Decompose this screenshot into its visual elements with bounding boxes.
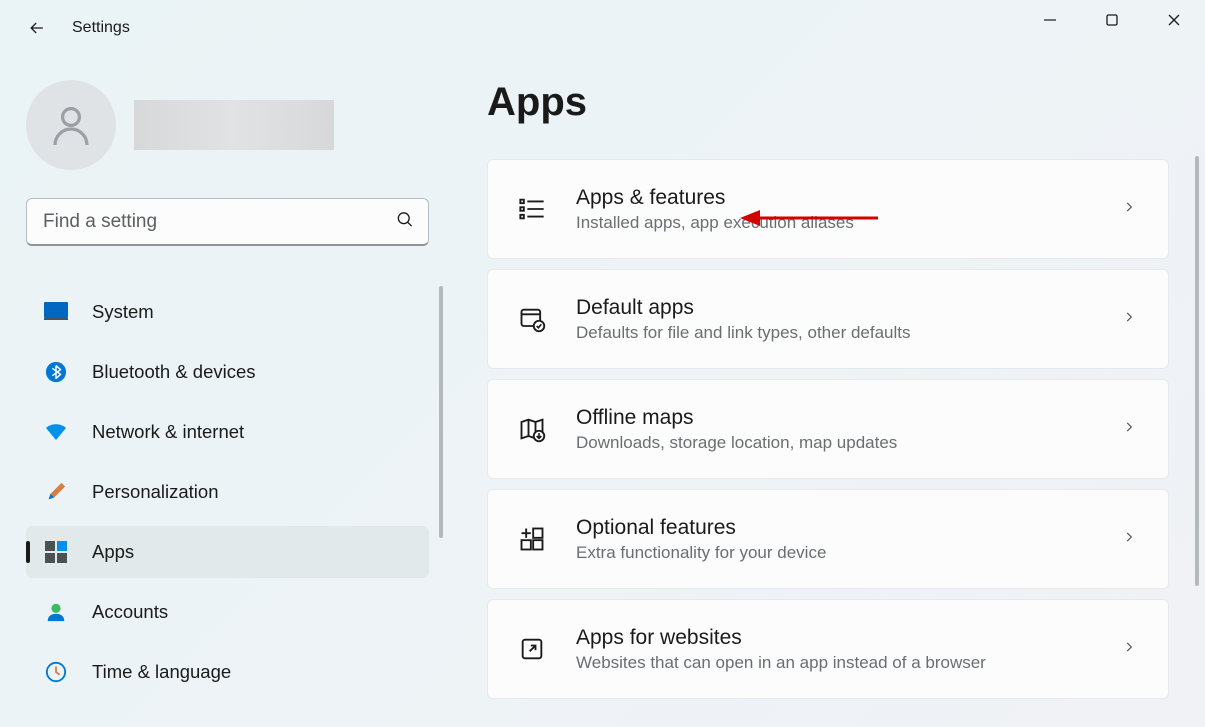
accounts-icon: [44, 600, 68, 624]
card-subtitle: Installed apps, app execution aliases: [576, 212, 1122, 234]
card-apps-features[interactable]: Apps & features Installed apps, app exec…: [487, 159, 1169, 259]
list-icon: [516, 193, 548, 225]
card-title: Apps for websites: [576, 624, 1122, 651]
sidebar-item-apps[interactable]: Apps: [26, 526, 429, 578]
nav-label: Bluetooth & devices: [92, 361, 256, 383]
card-title: Offline maps: [576, 404, 1122, 431]
sidebar-item-system[interactable]: System: [26, 286, 429, 338]
back-button[interactable]: [22, 13, 52, 43]
external-link-icon: [516, 633, 548, 665]
card-subtitle: Extra functionality for your device: [576, 542, 1122, 564]
card-title: Optional features: [576, 514, 1122, 541]
card-apps-for-websites[interactable]: Apps for websites Websites that can open…: [487, 599, 1169, 699]
chevron-right-icon: [1122, 310, 1136, 329]
main-scrollbar[interactable]: [1195, 156, 1199, 586]
map-icon: [516, 413, 548, 445]
clock-globe-icon: [44, 660, 68, 684]
main-content: Apps Apps & features Installed apps, app…: [455, 56, 1205, 727]
profile-section[interactable]: [26, 80, 429, 170]
chevron-right-icon: [1122, 530, 1136, 549]
card-subtitle: Websites that can open in an app instead…: [576, 652, 1122, 674]
wifi-icon: [44, 420, 68, 444]
chevron-right-icon: [1122, 640, 1136, 659]
search-icon[interactable]: [395, 210, 415, 235]
bluetooth-icon: [44, 360, 68, 384]
sidebar-item-bluetooth[interactable]: Bluetooth & devices: [26, 346, 429, 398]
nav-list: System Bluetooth & devices Network & int…: [26, 286, 429, 698]
card-offline-maps[interactable]: Offline maps Downloads, storage location…: [487, 379, 1169, 479]
default-apps-icon: [516, 303, 548, 335]
sidebar-item-accounts[interactable]: Accounts: [26, 586, 429, 638]
card-title: Apps & features: [576, 184, 1122, 211]
nav-label: Network & internet: [92, 421, 244, 443]
avatar: [26, 80, 116, 170]
apps-icon: [44, 540, 68, 564]
nav-label: System: [92, 301, 154, 323]
card-title: Default apps: [576, 294, 1122, 321]
system-icon: [44, 300, 68, 324]
sidebar-item-network[interactable]: Network & internet: [26, 406, 429, 458]
nav-label: Apps: [92, 541, 134, 563]
search-wrap: [26, 198, 429, 246]
nav-label: Time & language: [92, 661, 231, 683]
close-button[interactable]: [1143, 0, 1205, 40]
window-controls: [1019, 0, 1205, 40]
user-name-placeholder: [134, 100, 334, 150]
sidebar-scrollbar[interactable]: [439, 286, 443, 538]
card-subtitle: Defaults for file and link types, other …: [576, 322, 1122, 344]
card-subtitle: Downloads, storage location, map updates: [576, 432, 1122, 454]
page-title: Apps: [487, 80, 1169, 125]
card-optional-features[interactable]: Optional features Extra functionality fo…: [487, 489, 1169, 589]
maximize-button[interactable]: [1081, 0, 1143, 40]
sidebar-item-personalization[interactable]: Personalization: [26, 466, 429, 518]
paintbrush-icon: [44, 480, 68, 504]
grid-plus-icon: [516, 523, 548, 555]
sidebar: System Bluetooth & devices Network & int…: [0, 56, 455, 727]
nav-label: Accounts: [92, 601, 168, 623]
app-title: Settings: [72, 19, 130, 37]
nav-label: Personalization: [92, 481, 219, 503]
search-input[interactable]: [26, 198, 429, 246]
sidebar-item-time-language[interactable]: Time & language: [26, 646, 429, 698]
chevron-right-icon: [1122, 420, 1136, 439]
minimize-button[interactable]: [1019, 0, 1081, 40]
titlebar: Settings: [0, 0, 1205, 56]
chevron-right-icon: [1122, 200, 1136, 219]
card-default-apps[interactable]: Default apps Defaults for file and link …: [487, 269, 1169, 369]
